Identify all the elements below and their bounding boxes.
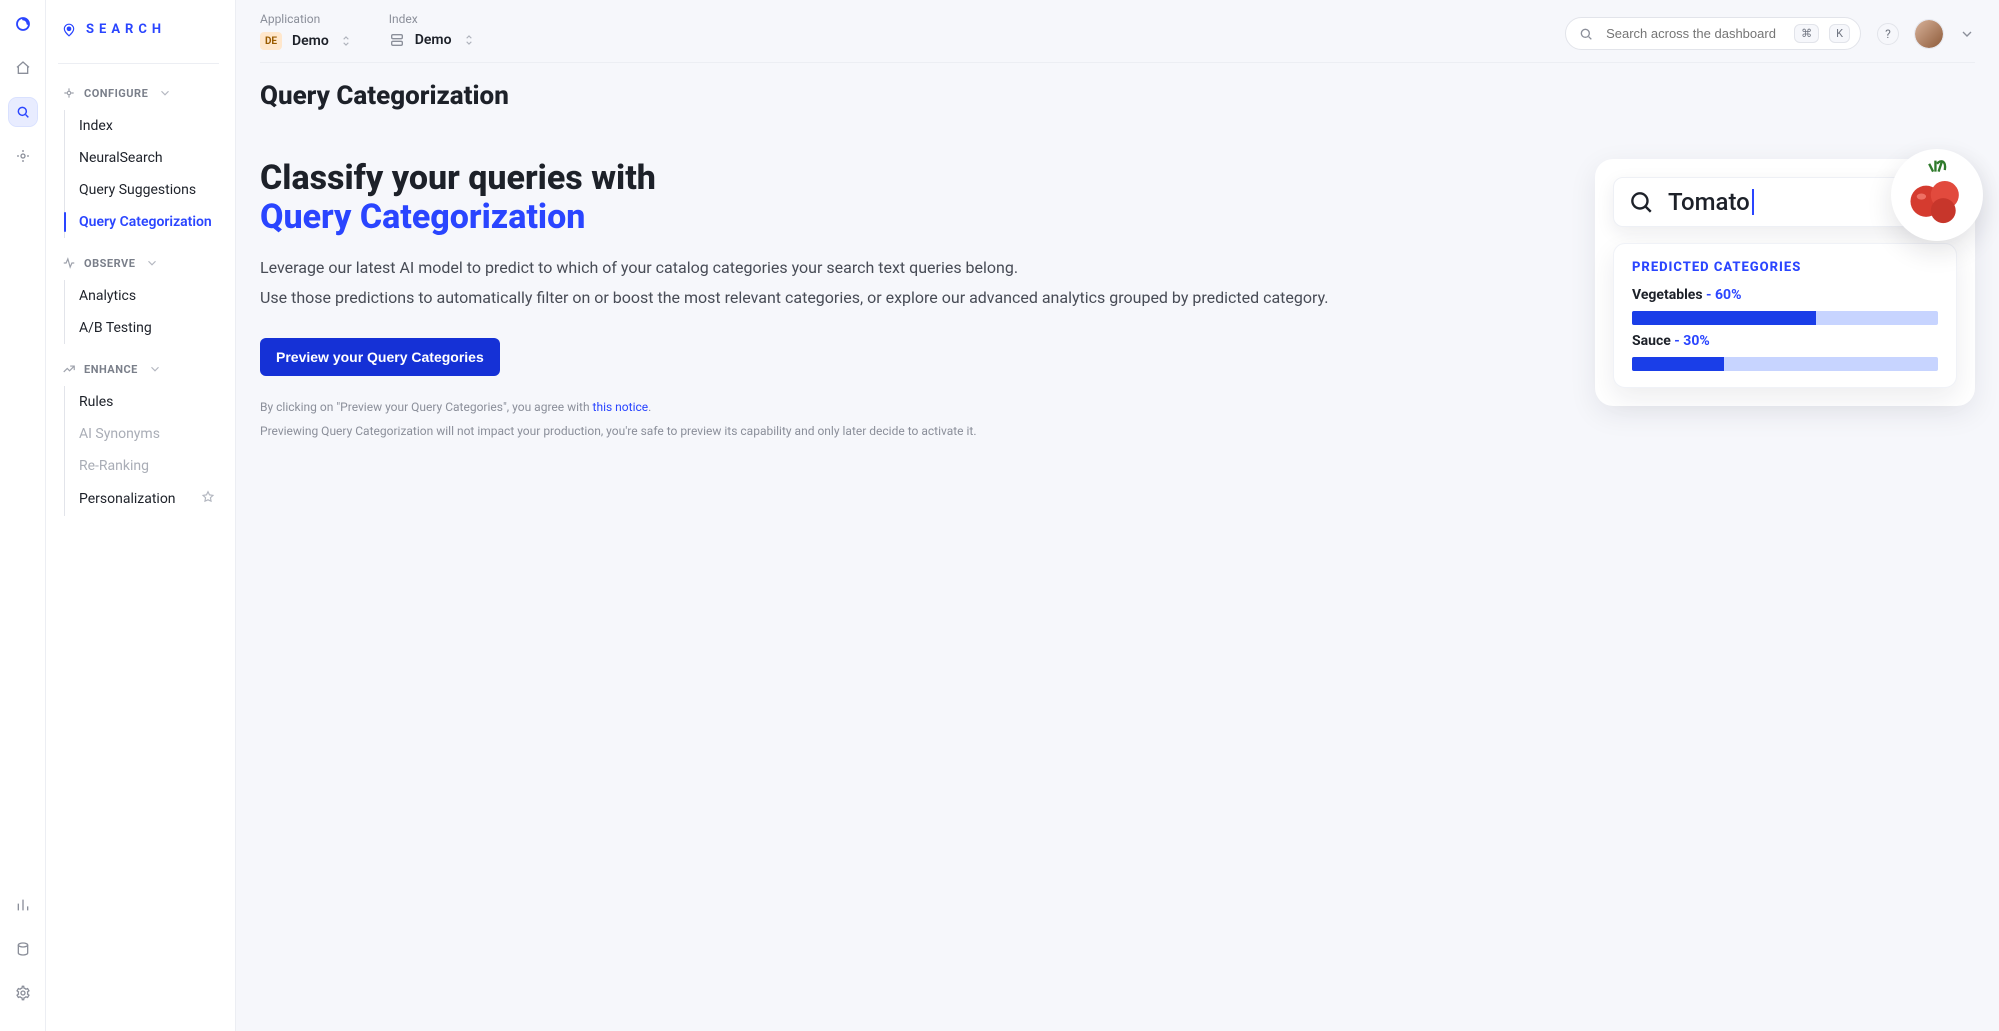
preview-button[interactable]: Preview your Query Categories bbox=[260, 338, 500, 376]
hero: Classify your queries with Query Categor… bbox=[260, 159, 1975, 438]
help-icon[interactable]: ? bbox=[1877, 23, 1899, 45]
sidebar-item-personalization[interactable]: Personalization bbox=[65, 482, 223, 516]
analytics-rail-icon[interactable] bbox=[9, 891, 37, 919]
recommend-icon[interactable] bbox=[9, 142, 37, 170]
logo-icon bbox=[9, 10, 37, 38]
app-badge: DE bbox=[260, 32, 282, 50]
section-configure: CONFIGURE Index NeuralSearch Query Sugge… bbox=[54, 74, 223, 238]
section-header-enhance[interactable]: ENHANCE bbox=[54, 350, 223, 386]
avatar[interactable] bbox=[1915, 20, 1943, 48]
index-icon bbox=[389, 32, 405, 48]
sidebar-item-query-categorization[interactable]: Query Categorization bbox=[65, 206, 223, 238]
search-icon bbox=[1628, 189, 1654, 215]
predicted-heading: PREDICTED CATEGORIES bbox=[1632, 260, 1938, 275]
section-enhance: ENHANCE Rules AI Synonyms Re-Ranking Per… bbox=[54, 350, 223, 516]
sidebar-item-ab-testing[interactable]: A/B Testing bbox=[65, 312, 223, 344]
chevron-updown-icon bbox=[339, 34, 353, 48]
progress-bar bbox=[1632, 311, 1938, 325]
index-selector[interactable]: Index Demo bbox=[389, 12, 476, 50]
preview-query: Tomato bbox=[1668, 188, 1754, 216]
global-search[interactable]: ⌘ K bbox=[1565, 17, 1861, 50]
sidebar-item-query-suggestions[interactable]: Query Suggestions bbox=[65, 174, 223, 206]
chevron-down-icon[interactable] bbox=[1959, 26, 1975, 42]
search-section-icon[interactable] bbox=[9, 98, 37, 126]
category-row: Vegetables - 60% bbox=[1632, 287, 1938, 325]
legal-text: By clicking on "Preview your Query Categ… bbox=[260, 400, 1555, 438]
sidebar-item-index[interactable]: Index bbox=[65, 110, 223, 142]
main: Application DE Demo Index Demo bbox=[236, 0, 1999, 1031]
shortcut-key: K bbox=[1829, 24, 1850, 43]
search-icon bbox=[1578, 26, 1594, 42]
brand-label: SEARCH bbox=[86, 22, 166, 37]
data-rail-icon[interactable] bbox=[9, 935, 37, 963]
hero-desc-2: Use those predictions to automatically f… bbox=[260, 285, 1555, 311]
category-row: Sauce - 30% bbox=[1632, 333, 1938, 371]
application-selector[interactable]: Application DE Demo bbox=[260, 12, 353, 50]
sidebar-item-ai-synonyms[interactable]: AI Synonyms bbox=[65, 418, 223, 450]
home-icon[interactable] bbox=[9, 54, 37, 82]
hero-desc-1: Leverage our latest AI model to predict … bbox=[260, 255, 1555, 281]
sidebar-item-rules[interactable]: Rules bbox=[65, 386, 223, 418]
topbar: Application DE Demo Index Demo bbox=[260, 12, 1975, 63]
hero-heading: Classify your queries with Query Categor… bbox=[260, 159, 1555, 237]
notice-link[interactable]: this notice bbox=[593, 400, 649, 414]
shortcut-cmd: ⌘ bbox=[1794, 24, 1819, 43]
section-observe: OBSERVE Analytics A/B Testing bbox=[54, 244, 223, 344]
star-icon[interactable] bbox=[201, 490, 215, 508]
global-search-input[interactable] bbox=[1604, 25, 1784, 42]
tomato-image bbox=[1891, 149, 1983, 241]
progress-bar bbox=[1632, 357, 1938, 371]
chevron-updown-icon bbox=[462, 33, 476, 47]
brand: SEARCH bbox=[54, 14, 223, 53]
nav-rail bbox=[0, 0, 46, 1031]
sidebar: SEARCH CONFIGURE Index NeuralSearch Quer… bbox=[46, 0, 236, 1031]
sidebar-item-analytics[interactable]: Analytics bbox=[65, 280, 223, 312]
sidebar-item-re-ranking[interactable]: Re-Ranking bbox=[65, 450, 223, 482]
page-title: Query Categorization bbox=[260, 81, 1975, 111]
caret-icon bbox=[1752, 189, 1754, 215]
section-header-observe[interactable]: OBSERVE bbox=[54, 244, 223, 280]
preview-card: Tomato PREDI bbox=[1595, 159, 1975, 406]
predicted-categories-card: PREDICTED CATEGORIES Vegetables - 60% Sau… bbox=[1613, 243, 1957, 388]
settings-rail-icon[interactable] bbox=[9, 979, 37, 1007]
app-root: SEARCH CONFIGURE Index NeuralSearch Quer… bbox=[0, 0, 1999, 1031]
section-header-configure[interactable]: CONFIGURE bbox=[54, 74, 223, 110]
sidebar-item-neuralsearch[interactable]: NeuralSearch bbox=[65, 142, 223, 174]
